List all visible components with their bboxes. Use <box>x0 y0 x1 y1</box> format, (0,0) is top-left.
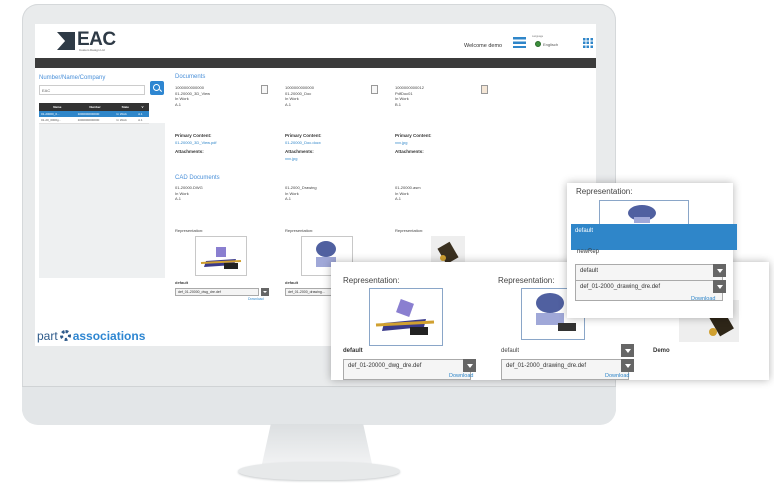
table-row[interactable]: 01-20_0000g... 1000000000000 In Work A.1 <box>39 117 149 124</box>
logo-subtitle: Custom Design Ltd <box>79 48 105 52</box>
grid-apps-icon[interactable] <box>583 38 593 48</box>
primary-content-label: Primary Content: <box>285 133 322 138</box>
primary-content-link[interactable]: 01-20000_3D_View.pdf <box>175 140 217 145</box>
dropdown-option[interactable]: newRep <box>577 249 599 255</box>
document-1[interactable]: 1000000000000 01-20000_3D_View In Work A… <box>175 85 210 107</box>
representation-dropdown-popup: Representation: default newRep default d… <box>567 183 737 318</box>
primary-content-link[interactable]: 01-20000_Doc.docx <box>285 140 321 145</box>
representation-default: default <box>285 280 299 285</box>
download-link[interactable]: Download <box>605 373 629 379</box>
table-cell: In Work <box>114 117 137 124</box>
pdf-document-icon[interactable] <box>481 85 488 94</box>
mechanism-icon <box>375 299 435 335</box>
table-cell: A.1 <box>136 117 149 124</box>
word-document-icon[interactable] <box>371 85 378 94</box>
attachment-link[interactable]: xxx.jpg <box>285 156 297 161</box>
table-header-row: Name Number State V <box>39 103 149 111</box>
primary-content-link[interactable]: xxx.jpg <box>395 140 407 145</box>
download-link[interactable]: Download <box>449 373 473 379</box>
attachments-label: Attachments: <box>285 149 314 154</box>
part-associations-logo: part associations <box>37 329 145 343</box>
cad-name: 01-2000_Drawing <box>285 185 317 190</box>
chevron-down-icon[interactable] <box>261 288 269 296</box>
doc-version: A.1 <box>175 101 182 107</box>
chevron-down-icon[interactable] <box>713 280 726 293</box>
cad-version: A.1 <box>285 196 292 201</box>
welcome-text: Welcome demo <box>464 43 503 49</box>
document-icon[interactable] <box>261 85 268 94</box>
assembly-icon <box>628 205 656 223</box>
cad-document-1[interactable]: 01-20000.DWG In Work A.1 <box>175 185 203 202</box>
cad-name: 01-20000.asm <box>395 185 421 190</box>
primary-content-label: Primary Content: <box>175 133 212 138</box>
popup-title: Representation: <box>498 276 555 285</box>
language-select[interactable]: Englisch <box>543 42 558 47</box>
doc-number: 1000000000012 <box>395 85 424 90</box>
monitor-neck <box>262 424 372 464</box>
cad-document-3[interactable]: 01-20000.asm In Work A.1 <box>395 185 421 202</box>
popup-title: Representation: <box>576 187 633 196</box>
doc-number: 1000000000000 <box>285 85 314 90</box>
download-link[interactable]: Download <box>248 297 264 301</box>
cad-name: 01-20000.DWG <box>175 185 203 190</box>
representation-label: Representation: <box>395 228 424 233</box>
representation-thumbnail[interactable] <box>599 200 689 226</box>
globe-icon[interactable] <box>535 41 541 47</box>
search-button[interactable] <box>150 81 164 95</box>
cad-thumbnail[interactable] <box>195 236 247 276</box>
gear-icon <box>59 330 71 341</box>
chevron-down-icon[interactable] <box>621 359 634 372</box>
mechanism-icon <box>200 247 242 269</box>
attachments-label: Attachments: <box>175 149 204 154</box>
cad-version: A.1 <box>175 196 182 201</box>
chevron-down-icon[interactable] <box>621 344 634 357</box>
representation-label: Representation: <box>175 228 204 233</box>
language-label: Language <box>532 35 544 38</box>
column-header[interactable]: V <box>136 103 149 111</box>
representation-select[interactable]: def_01-20000_dwg_dre.def <box>175 288 259 296</box>
representation-value: default <box>501 348 520 354</box>
column-header[interactable]: Number <box>75 103 115 111</box>
cad-version: A.1 <box>395 196 402 201</box>
document-3[interactable]: 1000000000012 PdfDoc01 In Work B.1 <box>395 85 424 107</box>
eac-logo-icon <box>57 32 75 50</box>
header-bar <box>35 58 596 68</box>
representation-label: Representation: <box>285 228 314 233</box>
dropdown-option-selected[interactable]: default <box>571 224 737 250</box>
demo-label: Demo <box>653 348 670 354</box>
cad-document-2[interactable]: 01-2000_Drawing In Work A.1 <box>285 185 317 202</box>
chevron-down-icon[interactable] <box>713 264 726 277</box>
search-input[interactable]: EAC <box>39 85 145 95</box>
doc-version: B.1 <box>395 101 402 107</box>
results-table: Name Number State V 01-20000_0... 100000… <box>39 103 149 124</box>
app-header: EAC Custom Design Ltd Welcome demo Langu… <box>35 24 596 58</box>
download-link[interactable]: Download <box>691 296 715 302</box>
search-title: Number/Name/Company <box>39 75 106 81</box>
primary-content-label: Primary Content: <box>395 133 432 138</box>
brand-part: part <box>37 329 58 343</box>
doc-version: A.1 <box>285 101 292 107</box>
representation-thumbnail[interactable] <box>369 288 443 346</box>
monitor-chin <box>22 386 616 425</box>
cad-documents-title: CAD Documents <box>175 175 220 181</box>
table-cell: 01-20_0000g... <box>39 117 76 124</box>
chevron-down-icon[interactable] <box>463 359 476 372</box>
hamburger-menu-icon[interactable] <box>513 37 526 48</box>
brand-associations: associations <box>72 329 146 343</box>
document-2[interactable]: 1000000000000 01-20000_Doc In Work A.1 <box>285 85 314 107</box>
monitor-stand <box>238 462 400 480</box>
column-header[interactable]: State <box>114 103 137 111</box>
table-cell: 1000000000000 <box>75 117 115 124</box>
representation-default-label: default <box>343 348 363 354</box>
attachments-label: Attachments: <box>395 149 424 154</box>
results-panel <box>39 123 165 278</box>
representation-default: default <box>175 280 189 285</box>
popup-title: Representation: <box>343 276 400 285</box>
documents-title: Documents <box>175 74 206 80</box>
column-header[interactable]: Name <box>39 103 76 111</box>
